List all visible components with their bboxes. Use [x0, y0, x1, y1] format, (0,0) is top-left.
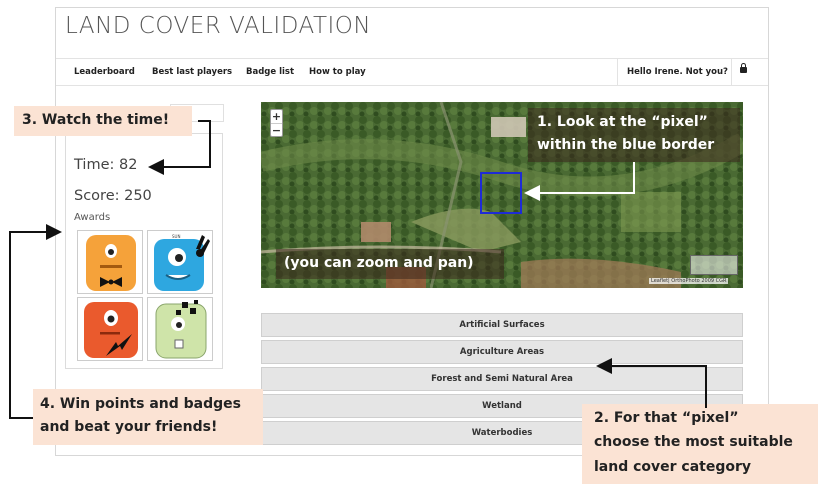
map-scale-bar [690, 255, 738, 275]
target-pixel-border [480, 172, 522, 214]
nav-best-last-players[interactable]: Best last players [152, 67, 232, 77]
nav-user-greeting[interactable]: Hello Irene. Not you? [627, 67, 728, 77]
zoom-out-button[interactable]: − [271, 124, 282, 137]
map-zoom-control: + − [270, 109, 283, 137]
category-artificial-surfaces[interactable]: Artificial Surfaces [261, 313, 743, 337]
top-navbar: Leaderboard Best last players Badge list… [56, 58, 768, 86]
time-counter: Time: 82 [74, 157, 138, 173]
win-line1: 4. Win points and badges [40, 396, 241, 412]
nav-separator [617, 59, 618, 86]
nav-leaderboard[interactable]: Leaderboard [74, 67, 135, 77]
lock-icon[interactable] [740, 63, 747, 73]
category-forest-semi-natural[interactable]: Forest and Semi Natural Area [261, 367, 743, 391]
green-monster-badge[interactable] [147, 297, 213, 361]
zoom-in-button[interactable]: + [271, 110, 282, 124]
awards-label: Awards [74, 212, 111, 223]
pixel-callout-line1: 1. Look at the “pixel” [537, 114, 708, 130]
zoom-pan-callout: (you can zoom and pan) [276, 249, 504, 279]
choose-category-callout: 2. For that “pixel” choose the most suit… [582, 404, 818, 484]
watch-time-text: 3. Watch the time! [22, 112, 170, 128]
nav-how-to-play[interactable]: How to play [309, 67, 366, 77]
red-monster-badge[interactable] [77, 297, 143, 361]
choose-line2: choose the most suitable [594, 434, 793, 450]
map-attribution[interactable]: Leaflet| OrthoPhoto 2009 CGR [649, 278, 729, 284]
svg-text:SUN: SUN [172, 234, 180, 239]
category-agriculture-areas[interactable]: Agriculture Areas [261, 340, 743, 364]
pixel-callout-line2: within the blue border [537, 137, 715, 153]
app-title: LAND COVER VALIDATION [65, 13, 372, 39]
nav-badge-list[interactable]: Badge list [246, 67, 294, 77]
win-line2: and beat your friends! [40, 419, 218, 435]
nav-separator [731, 59, 732, 86]
score-counter: Score: 250 [74, 188, 152, 204]
choose-line3: land cover category [594, 459, 752, 475]
win-points-callout: 4. Win points and badges and beat your f… [33, 389, 263, 445]
orange-monster-badge[interactable] [77, 230, 143, 294]
zoom-pan-text: (you can zoom and pan) [284, 255, 474, 271]
blue-monster-badge[interactable]: SUN [147, 230, 213, 294]
choose-line1: 2. For that “pixel” [594, 410, 739, 426]
pixel-callout: 1. Look at the “pixel” within the blue b… [528, 108, 740, 162]
watch-time-callout: 3. Watch the time! [14, 106, 192, 136]
